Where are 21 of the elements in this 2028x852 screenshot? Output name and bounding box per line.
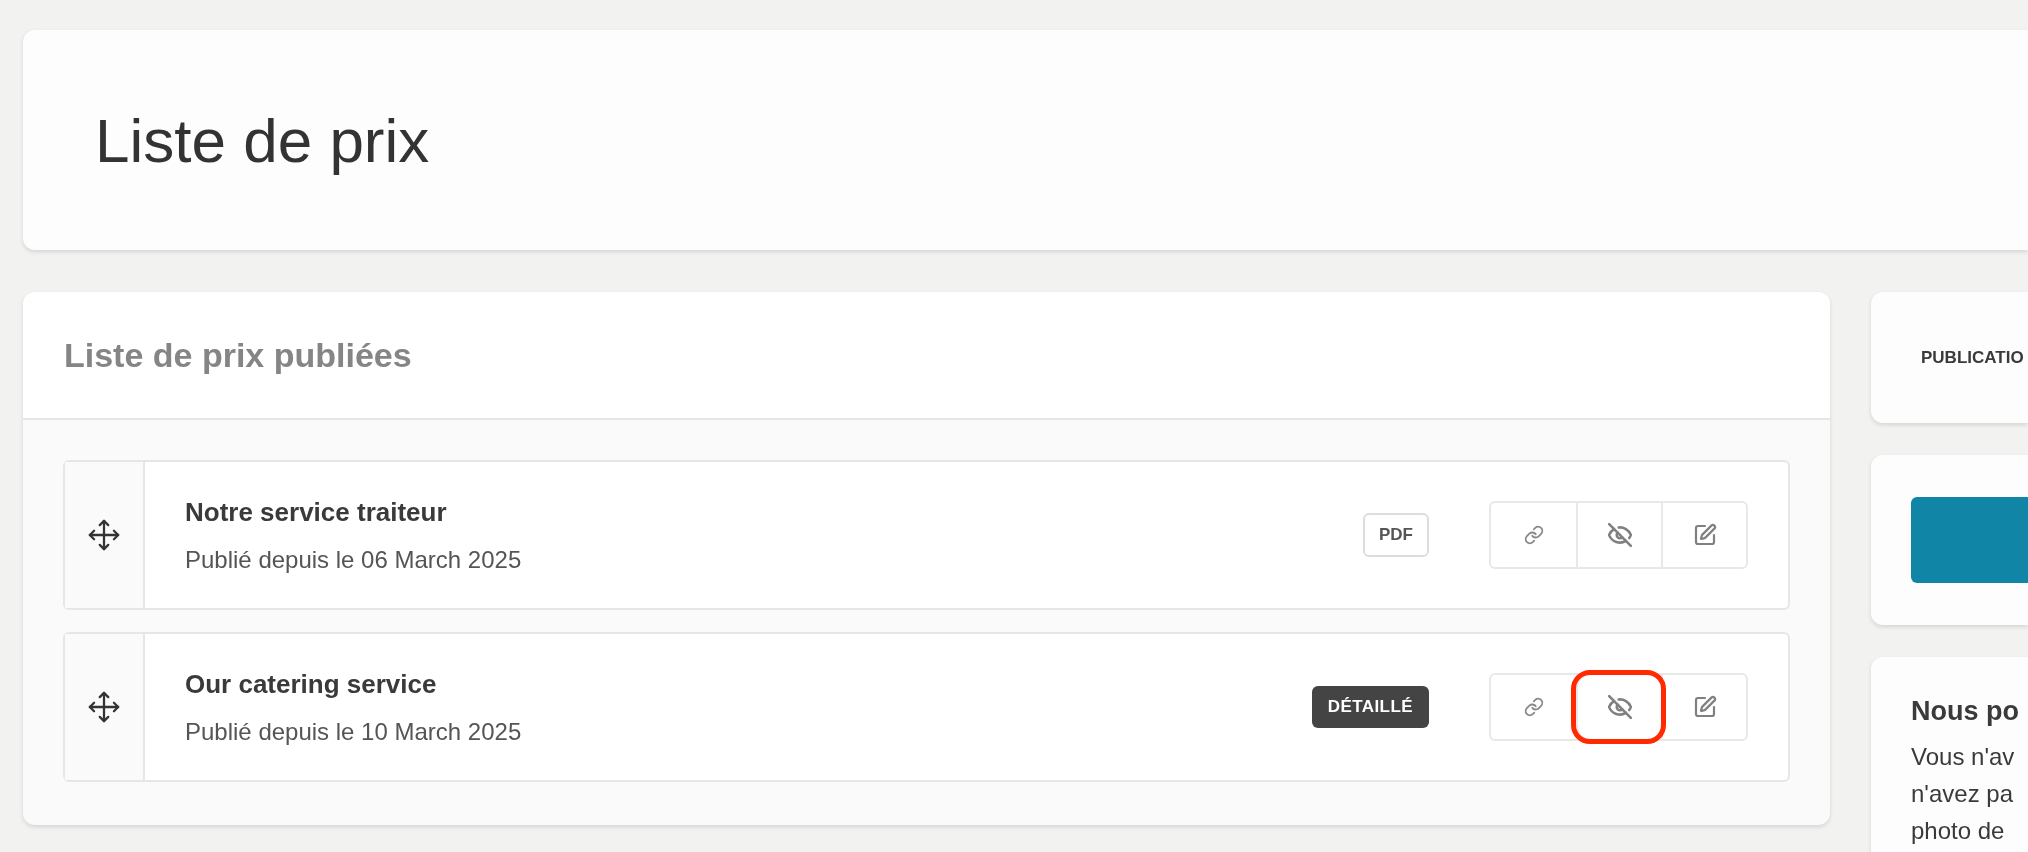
section-title: Liste de prix publiées [64,334,412,376]
eye-off-icon [1606,522,1633,548]
published-date: Publié depuis le 10 March 2025 [185,716,523,747]
page-title: Liste de prix [95,104,430,177]
link-icon [1523,525,1544,545]
edit-icon [1692,695,1717,719]
info-text: n'avez pa [1911,778,2014,809]
info-text: Vous n'av [1911,741,2016,772]
drag-handle-icon[interactable] [87,518,121,552]
info-title: Nous po [1911,695,2020,728]
edit-icon [1692,523,1717,547]
eye-off-icon [1606,694,1633,720]
price-list-name: Our catering service [185,667,438,701]
published-date: Publié depuis le 06 March 2025 [185,544,523,575]
format-badge: PDF [1363,513,1429,557]
publication-label: PUBLICATIO [1921,346,2024,369]
info-text: photo de [1911,815,2006,846]
link-icon [1523,697,1544,717]
price-list-name: Notre service traiteur [185,495,448,529]
drag-handle-icon[interactable] [87,690,121,724]
format-badge: DÉTAILLÉ [1311,686,1429,728]
